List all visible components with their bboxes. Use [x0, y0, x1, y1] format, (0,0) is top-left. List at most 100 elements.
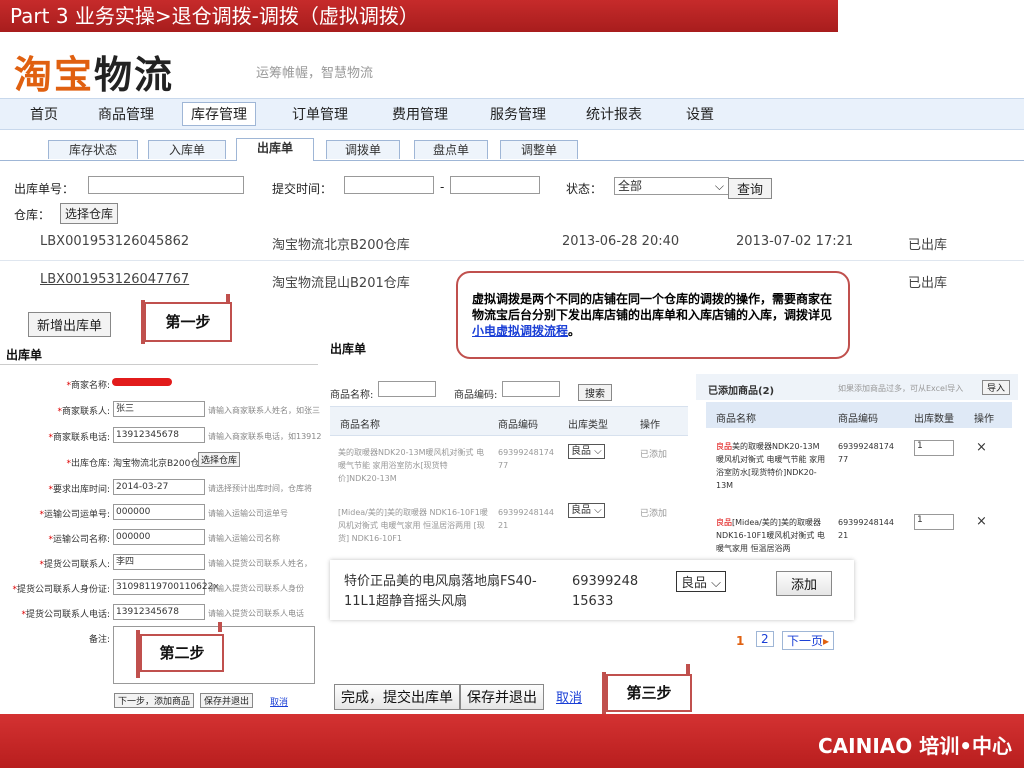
next-page-link[interactable]: 下一页▸: [782, 631, 835, 650]
nav-service-mgmt[interactable]: 服务管理: [490, 104, 546, 124]
waybill-input[interactable]: 000000: [113, 504, 205, 520]
tab-transfer[interactable]: 调拨单: [326, 140, 400, 159]
form-hint: 请输入提货公司联系人电话: [208, 609, 304, 618]
form-hint: 请输入提货公司联系人身份: [208, 584, 304, 593]
zoom-item-code: 6939924815633: [572, 574, 639, 609]
right-col-op: 操作: [974, 414, 994, 425]
form-label: *出库仓库:: [66, 459, 110, 469]
nav-order-mgmt[interactable]: 订单管理: [292, 104, 348, 124]
form-hint: 请输入商家联系电话，如13912: [208, 432, 322, 441]
right-item-name: 良品[Midea/美的]美的取暖器 NDK16-10F1暖风机对衡式 电暖气家用…: [716, 518, 825, 553]
page-2-link[interactable]: 2: [756, 631, 774, 647]
step3-marker: [602, 672, 606, 714]
add-outbound-button[interactable]: 新增出库单: [28, 312, 112, 337]
select-warehouse-button[interactable]: 选择仓库: [60, 203, 119, 224]
mid-save-exit-button[interactable]: 保存并退出: [460, 684, 544, 710]
form-label: 备注:: [88, 635, 110, 645]
mid-name-input[interactable]: [378, 381, 436, 397]
chevron-down-icon: ⌵: [714, 179, 724, 193]
logo-text-taobao: 淘宝: [14, 52, 95, 97]
nav-fee-mgmt[interactable]: 费用管理: [392, 104, 448, 124]
pickup-id-input[interactable]: 31098119700110622x: [113, 579, 219, 595]
left-save-exit-button[interactable]: 保存并退出: [200, 693, 254, 708]
mid-item-type-select[interactable]: 良品 ⌵: [568, 444, 605, 459]
carrier-name-input[interactable]: 000000: [113, 529, 205, 545]
choose-warehouse-button[interactable]: 选择仓库: [198, 452, 241, 467]
pickup-phone-input[interactable]: 13912345678: [113, 604, 205, 620]
form-label: *商家联系人:: [57, 407, 110, 417]
order-no-label: 出库单号：: [14, 182, 75, 196]
form-hint: 请输入运输公司名称: [208, 534, 280, 543]
query-button[interactable]: 查询: [728, 178, 773, 199]
form-label: *要求出库时间:: [48, 485, 110, 495]
taobao-logistics-logo: 淘宝物流: [14, 44, 174, 99]
info-link[interactable]: 小电虚拟调拨流程: [472, 324, 568, 338]
right-col-code: 商品编码: [838, 414, 878, 425]
zoom-item-name: 特价正品美的电风扇落地扇FS40-11L1超静音摇头风扇: [344, 574, 537, 609]
order-no-input[interactable]: [88, 176, 244, 194]
right-item-qty-input[interactable]: 1: [914, 514, 954, 530]
form-label: *提货公司联系人电话:: [21, 610, 110, 620]
nav-inventory-mgmt[interactable]: 库存管理: [182, 102, 256, 126]
row-order-id: LBX001953126045862: [40, 234, 190, 249]
mid-name-label: 商品名称:: [330, 390, 374, 401]
zoom-item-type-select[interactable]: 良品 ⌵: [676, 571, 727, 592]
add-item-button[interactable]: 添加: [776, 571, 833, 596]
submit-time-start-input[interactable]: [344, 176, 434, 194]
mid-col-code: 商品编码: [498, 420, 538, 431]
outbound-warehouse-value: 淘宝物流北京B200仓库: [113, 459, 209, 469]
mid-search-button[interactable]: 搜索: [578, 384, 612, 401]
mid-cancel-link[interactable]: 取消: [556, 687, 582, 706]
mid-item-name: 美的取暖器NDK20-13M暖风机对衡式 电暖气节能 家用浴室防水[现货特价]N…: [338, 448, 485, 483]
mid-item-status: 已添加: [640, 450, 668, 460]
row-order-id-link[interactable]: LBX001953126047767: [40, 272, 189, 287]
mid-item-code: 6939924814421: [498, 508, 554, 530]
step1-marker-top: [226, 294, 230, 304]
left-cancel-link[interactable]: 取消: [270, 695, 288, 708]
table-row[interactable]: LBX001953126045862 淘宝物流北京B200仓库 2013-06-…: [0, 226, 1024, 261]
nav-product-mgmt[interactable]: 商品管理: [98, 104, 154, 124]
contact-input[interactable]: 张三: [113, 401, 205, 417]
nav-settings[interactable]: 设置: [686, 104, 714, 124]
phone-input[interactable]: 13912345678: [113, 427, 205, 443]
step1-callout: 第一步: [144, 302, 232, 342]
tab-stocktake[interactable]: 盘点单: [414, 140, 488, 159]
sub-tabs: 库存状态 入库单 出库单 调拨单 盘点单 调整单: [0, 138, 1024, 161]
remove-item-icon[interactable]: ×: [976, 440, 987, 455]
mid-code-input[interactable]: [502, 381, 560, 397]
mid-col-op: 操作: [640, 420, 660, 431]
remove-item-icon[interactable]: ×: [976, 514, 987, 529]
submit-time-end-input[interactable]: [450, 176, 540, 194]
tab-adjustment[interactable]: 调整单: [500, 140, 578, 159]
right-panel-title: 已添加商品(2): [708, 386, 775, 397]
nav-home[interactable]: 首页: [30, 104, 58, 124]
mid-item-code: 6939924817477: [498, 448, 554, 470]
tab-outbound[interactable]: 出库单: [236, 138, 314, 161]
nav-reports[interactable]: 统计报表: [586, 104, 642, 124]
import-button[interactable]: 导入: [982, 380, 1011, 395]
form-label: *商家名称:: [66, 381, 110, 391]
right-item-name: 良品美的取暖器NDK20-13M暖风机对衡式 电暖气节能 家用浴室防水[现货特价…: [716, 442, 826, 490]
next-add-product-button[interactable]: 下一步，添加商品: [114, 693, 195, 708]
status-select-value: 全部: [618, 179, 643, 193]
right-col-name: 商品名称: [716, 414, 756, 425]
footer-bar: CAINIAO 培训•中心: [0, 714, 1024, 768]
form-hint: 请输入提货公司联系人姓名，: [208, 559, 312, 568]
tab-inventory-status[interactable]: 库存状态: [48, 140, 138, 159]
left-panel-title: 出库单: [6, 348, 43, 362]
page-current: 1: [736, 634, 745, 648]
main-nav: 首页 商品管理 库存管理 订单管理 费用管理 服务管理 统计报表 设置: [0, 98, 1024, 130]
row-create-time: 2013-06-28 20:40: [562, 234, 680, 249]
left-panel-divider: [0, 364, 318, 365]
row-out-time: 2013-07-02 17:21: [736, 234, 854, 249]
pickup-contact-input[interactable]: 李四: [113, 554, 205, 570]
right-item-qty-input[interactable]: 1: [914, 440, 954, 456]
step3-callout: 第三步: [606, 674, 692, 712]
warehouse-label: 仓库：: [14, 208, 51, 222]
tab-inbound[interactable]: 入库单: [148, 140, 226, 159]
info-end: 。: [568, 324, 581, 338]
outbound-date-input[interactable]: 2014-03-27: [113, 479, 205, 495]
finish-submit-button[interactable]: 完成，提交出库单: [334, 684, 460, 710]
mid-item-type-select[interactable]: 良品 ⌵: [568, 503, 605, 518]
status-select[interactable]: 全部 ⌵: [614, 177, 729, 195]
